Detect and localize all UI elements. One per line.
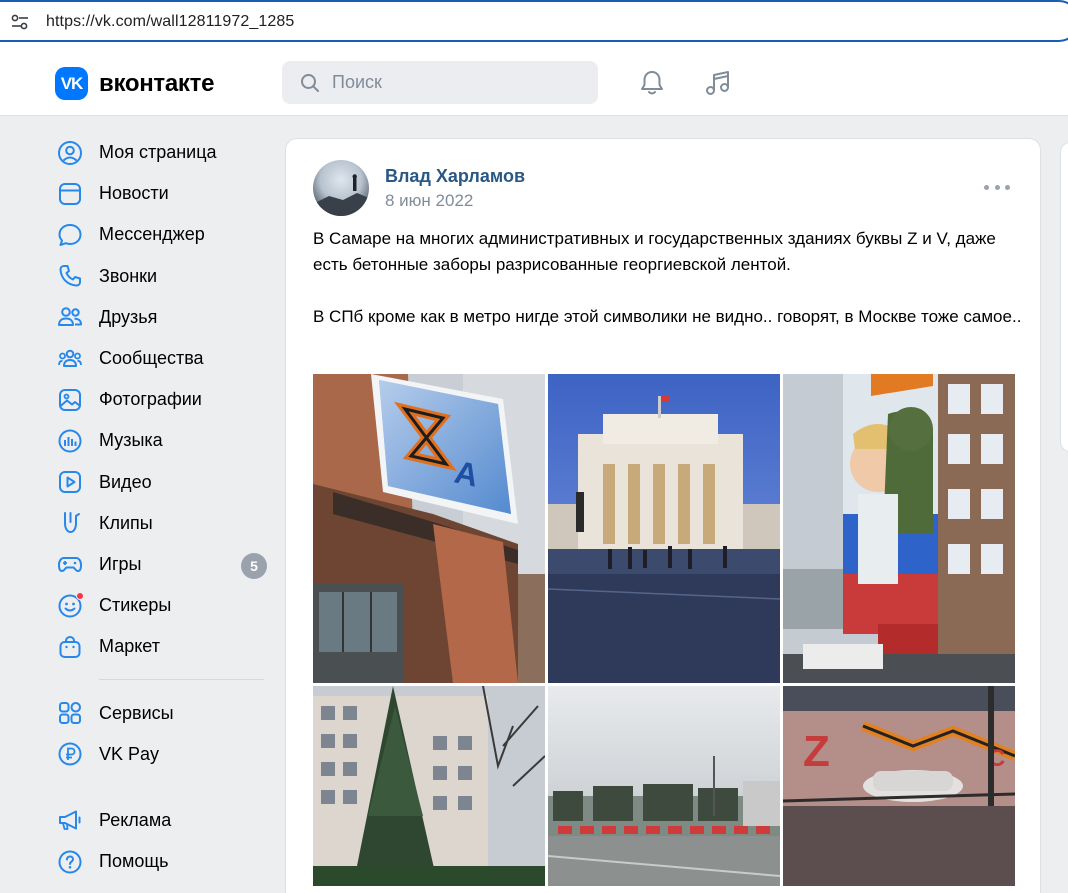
left-sidebar: Моя страница Новости Мессенджер Звонки Д… [56, 132, 270, 882]
sidebar-item-messenger[interactable]: Мессенджер [56, 214, 270, 255]
market-bag-icon [56, 633, 84, 661]
megaphone-icon [56, 806, 84, 834]
sidebar-item-photos[interactable]: Фотографии [56, 379, 270, 420]
vk-logo-text: вконтакте [99, 69, 215, 97]
sidebar-item-label: Помощь [99, 851, 169, 872]
phone-icon [56, 262, 84, 290]
sidebar-item-stickers[interactable]: Стикеры [56, 585, 270, 626]
vk-logo-icon: VK [55, 67, 88, 100]
sidebar-item-label: Новости [99, 183, 169, 204]
vk-header: VK вконтакте [0, 48, 1068, 116]
author-name-link[interactable]: Влад Харламов [385, 166, 525, 187]
search-input[interactable] [332, 72, 572, 93]
more-options-icon[interactable] [984, 179, 1010, 195]
sidebar-divider [99, 787, 264, 788]
sidebar-item-music[interactable]: Музыка [56, 420, 270, 461]
notifications-bell-icon[interactable] [637, 68, 667, 98]
sidebar-item-video[interactable]: Видео [56, 462, 270, 503]
search-icon [301, 73, 319, 92]
sidebar-item-help[interactable]: Помощь [56, 841, 270, 882]
browser-address-bar: https://vk.com/wall12811972_1285 [0, 0, 1068, 48]
sidebar-item-label: Мессенджер [99, 224, 205, 245]
sidebar-item-news[interactable]: Новости [56, 173, 270, 214]
sidebar-item-label: Сервисы [99, 702, 174, 723]
search-box[interactable] [282, 61, 598, 104]
sidebar-item-ads[interactable]: Реклама [56, 800, 270, 841]
video-icon [56, 468, 84, 496]
sticker-icon [56, 591, 84, 620]
sidebar-item-label: Маркет [99, 636, 160, 657]
communities-icon [56, 345, 84, 373]
sidebar-item-services[interactable]: Сервисы [56, 692, 270, 733]
photo-apartment-tree[interactable] [313, 686, 545, 886]
author-avatar[interactable] [313, 160, 369, 216]
sidebar-item-label: VK Pay [99, 743, 160, 764]
post-text: В Самаре на многих административных и го… [313, 226, 1023, 356]
sidebar-item-my-page[interactable]: Моя страница [56, 132, 270, 173]
photo-mural-soldier[interactable] [783, 374, 1015, 683]
notification-dot [76, 591, 84, 600]
svg-text:Z: Z [803, 727, 830, 776]
sidebar-item-vk-pay[interactable]: VK Pay [56, 734, 270, 775]
sidebar-item-calls[interactable]: Звонки [56, 256, 270, 297]
sidebar-item-label: Друзья [99, 306, 158, 327]
sidebar-item-label: Звонки [99, 265, 158, 286]
sidebar-item-label: Клипы [99, 512, 153, 533]
sidebar-item-label: Стикеры [99, 595, 172, 616]
sidebar-divider [99, 679, 264, 681]
sidebar-item-communities[interactable]: Сообщества [56, 338, 270, 379]
url-field[interactable]: https://vk.com/wall12811972_1285 [0, 0, 1068, 42]
post-date[interactable]: 8 июн 2022 [385, 191, 473, 211]
friends-icon [56, 303, 84, 331]
clips-icon [56, 509, 84, 537]
sidebar-item-market[interactable]: Маркет [56, 626, 270, 667]
music-note-icon[interactable] [703, 68, 733, 98]
photo-square-fences[interactable] [548, 686, 780, 886]
newsfeed-icon [56, 180, 84, 208]
help-icon [56, 848, 84, 876]
url-text[interactable]: https://vk.com/wall12811972_1285 [46, 13, 294, 31]
music-icon [56, 427, 84, 455]
post-paragraph: В СПб кроме как в метро нигде этой симво… [313, 307, 1022, 326]
message-icon [56, 221, 84, 249]
wall-post: Влад Харламов 8 июн 2022 В Самаре на мно… [285, 138, 1041, 893]
right-panel-edge [1060, 142, 1068, 452]
gamepad-icon [56, 550, 84, 578]
photos-icon [56, 386, 84, 414]
site-settings-icon[interactable] [11, 14, 29, 30]
post-paragraph: В Самаре на многих административных и го… [313, 229, 996, 274]
sidebar-item-label: Музыка [99, 430, 163, 451]
services-icon [56, 699, 84, 727]
sidebar-item-label: Сообщества [99, 348, 204, 369]
user-circle-icon [56, 139, 84, 167]
photo-theater-square[interactable] [548, 374, 780, 683]
vkpay-icon [56, 740, 84, 768]
photo-concrete-fence[interactable]: Z C [783, 686, 1015, 886]
vk-logo[interactable]: VK вконтакте [55, 67, 214, 100]
sidebar-item-clips[interactable]: Клипы [56, 503, 270, 544]
sidebar-item-label: Видео [99, 471, 152, 492]
sidebar-item-label: Фотографии [99, 389, 202, 410]
photo-building-billboard[interactable]: A [313, 374, 545, 683]
sidebar-item-games[interactable]: Игры 5 [56, 544, 270, 585]
games-count-badge: 5 [241, 552, 267, 579]
sidebar-item-friends[interactable]: Друзья [56, 297, 270, 338]
sidebar-item-label: Игры [99, 553, 142, 574]
sidebar-item-label: Моя страница [99, 142, 217, 163]
sidebar-item-label: Реклама [99, 809, 172, 830]
